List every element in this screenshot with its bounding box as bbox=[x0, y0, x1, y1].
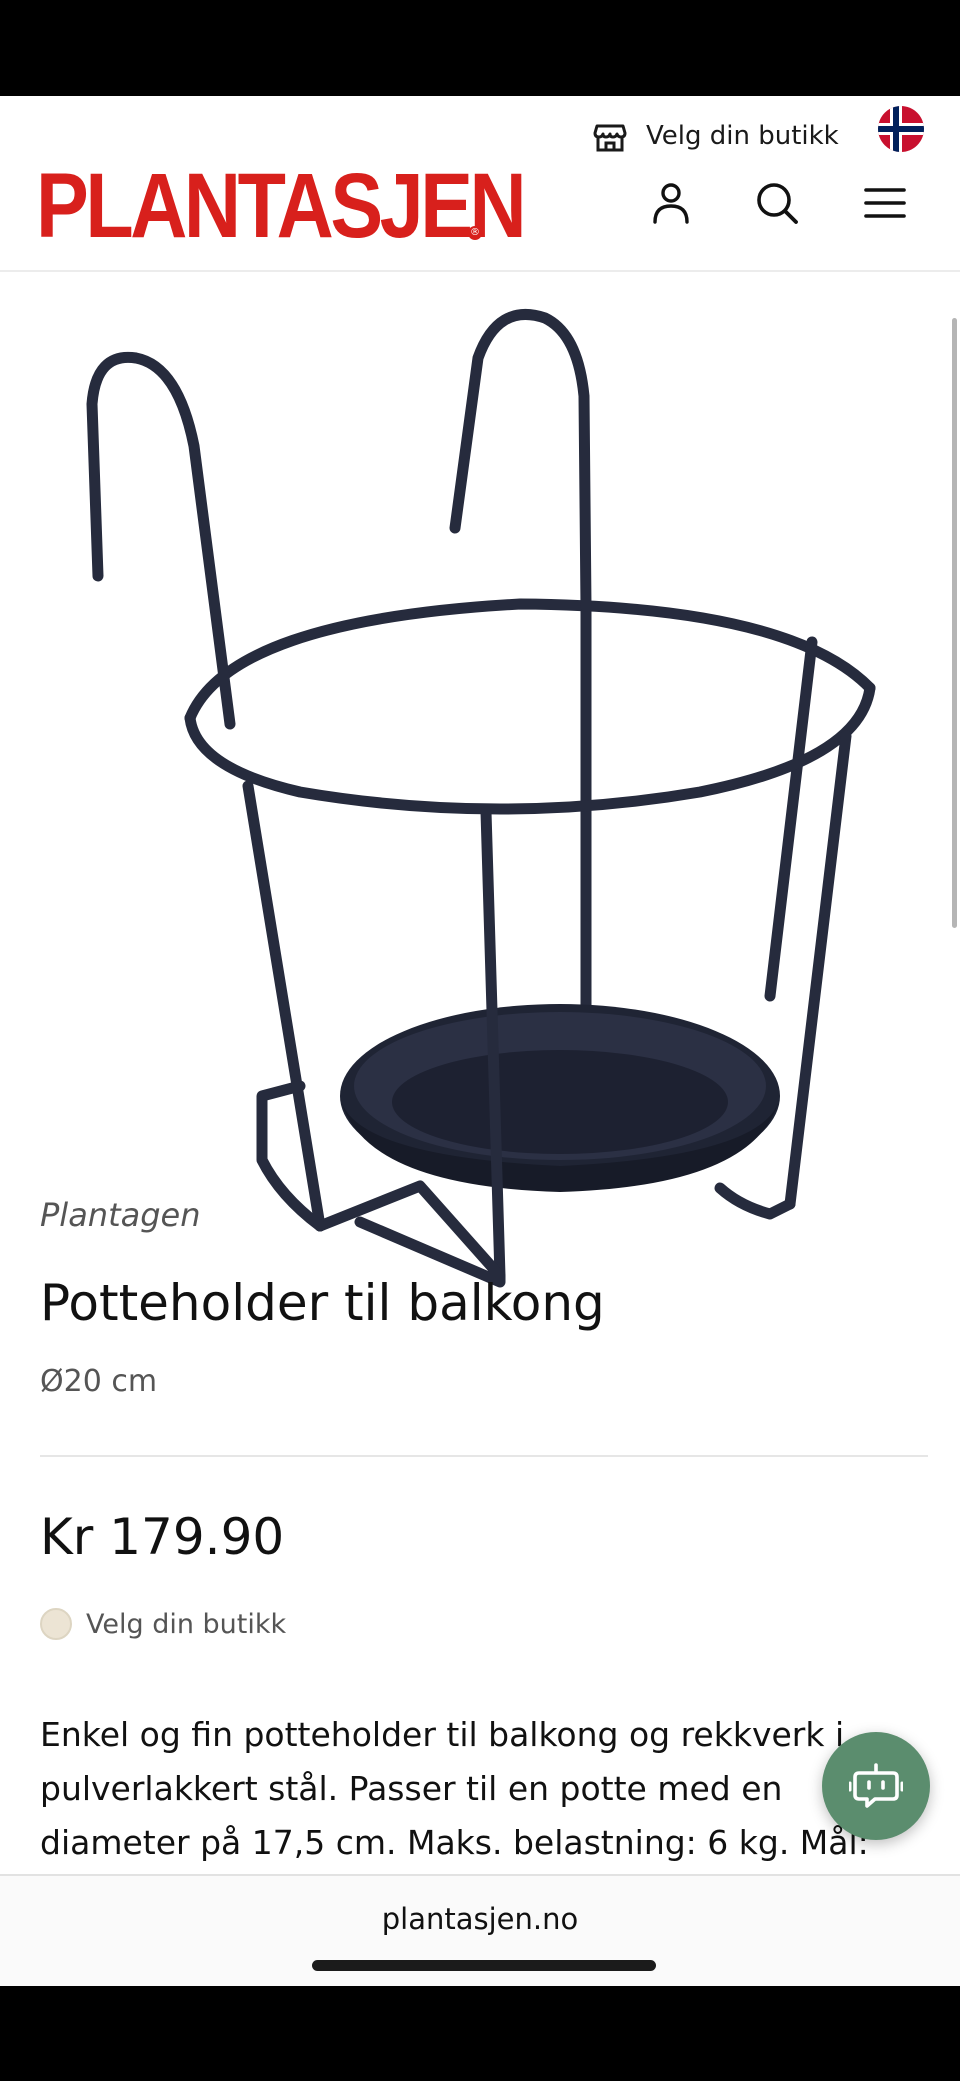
product-price: Kr 179.90 bbox=[40, 1508, 285, 1566]
chat-button[interactable] bbox=[822, 1732, 930, 1840]
product-variant: Ø20 cm bbox=[40, 1364, 158, 1399]
product-description: Enkel og fin potteholder til balkong og … bbox=[40, 1715, 869, 1862]
search-icon[interactable] bbox=[752, 178, 802, 228]
browser-address-bar[interactable]: plantasjen.no bbox=[0, 1874, 960, 1986]
registered-mark: ® bbox=[468, 226, 482, 240]
browser-url[interactable]: plantasjen.no bbox=[0, 1902, 960, 1936]
availability-label: Velg din butikk bbox=[86, 1608, 287, 1640]
section-divider bbox=[40, 1455, 928, 1457]
chat-bot-icon bbox=[849, 1763, 903, 1808]
home-indicator[interactable] bbox=[312, 1960, 656, 1971]
site-logo[interactable]: PLANTASJEN bbox=[36, 160, 527, 252]
store-selector[interactable]: Velg din butikk bbox=[592, 110, 839, 162]
site-header: Velg din butikk PLANTASJEN ® bbox=[0, 96, 960, 272]
product-title: Potteholder til balkong bbox=[40, 1274, 605, 1332]
page-scrollbar[interactable] bbox=[952, 318, 957, 928]
product-brand[interactable]: Plantagen bbox=[40, 1196, 201, 1234]
store-availability[interactable]: Velg din butikk bbox=[40, 1608, 286, 1640]
menu-icon[interactable] bbox=[860, 178, 910, 228]
product-page: Velg din butikk PLANTASJEN ® Plantagen P… bbox=[0, 96, 960, 1986]
account-icon[interactable] bbox=[646, 178, 696, 228]
availability-status-icon bbox=[40, 1608, 72, 1640]
store-icon bbox=[593, 124, 627, 152]
norway-flag-icon[interactable] bbox=[878, 106, 924, 152]
store-selector-label: Velg din butikk bbox=[646, 121, 839, 151]
product-image[interactable] bbox=[60, 292, 900, 1302]
